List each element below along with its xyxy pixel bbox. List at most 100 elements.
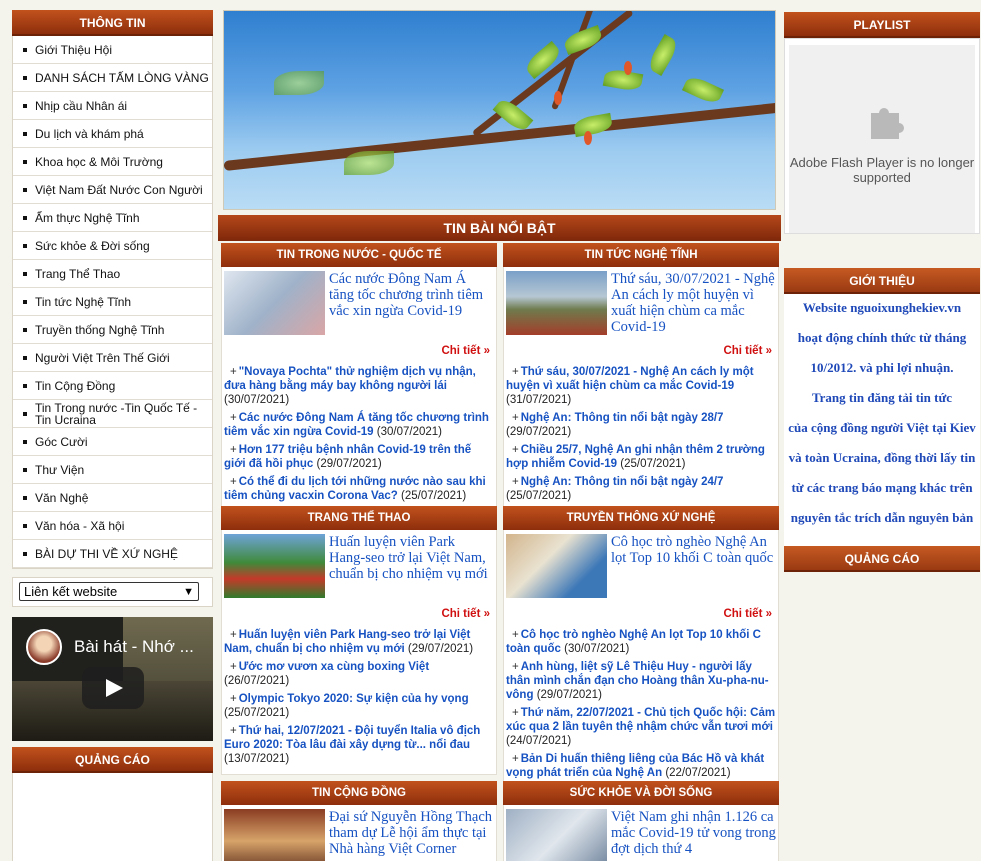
sidebar-item-label: Giới Thiệu Hội	[35, 42, 113, 57]
more-link[interactable]: Chi tiết »	[506, 608, 776, 622]
sidebar-item[interactable]: Nhịp cầu Nhân ái	[13, 92, 212, 120]
news-section: TRANG THỂ THAO Huấn luyện viên Park Hang-…	[221, 506, 497, 775]
feature-thumbnail[interactable]	[224, 809, 325, 861]
news-item: + Hơn 177 triệu bệnh nhân Covid-19 trên t…	[224, 443, 494, 471]
bullet-icon	[23, 411, 27, 416]
bullet-icon	[23, 75, 27, 80]
news-link[interactable]: Nghệ An: Thông tin nổi bật ngày 24/7	[521, 476, 724, 488]
section-title[interactable]: TIN TRONG NƯỚC - QUỐC TẾ	[221, 243, 497, 267]
feature-link[interactable]: Thứ sáu, 30/07/2021 - Nghệ An cách ly mộ…	[611, 271, 776, 337]
sidebar-item-label: Người Việt Trên Thế Giới	[35, 350, 170, 365]
news-link[interactable]: Olympic Tokyo 2020: Sự kiện của hy vọng	[239, 693, 469, 705]
sidebar-item[interactable]: Du lịch và khám phá	[13, 120, 212, 148]
feature-thumbnail[interactable]	[224, 534, 325, 598]
news-date: (25/07/2021)	[401, 490, 467, 502]
sidebar-item[interactable]: DANH SÁCH TẤM LÒNG VÀNG	[13, 64, 212, 92]
section-title[interactable]: TRUYỀN THÔNG XỨ NGHỆ	[503, 506, 779, 530]
sidebar-item[interactable]: Tin tức Nghệ Tĩnh	[13, 288, 212, 316]
sidebar-item[interactable]: Việt Nam Đất Nước Con Người	[13, 176, 212, 204]
sidebar-item-label: BÀI DỰ THI VỀ XỨ NGHỆ	[35, 546, 178, 561]
sidebar-item-label: Việt Nam Đất Nước Con Người	[35, 182, 203, 197]
news-link[interactable]: Thứ hai, 12/07/2021 - Đội tuyển Italia v…	[224, 725, 480, 751]
section-title[interactable]: SỨC KHỎE VÀ ĐỜI SỐNG	[503, 781, 779, 805]
news-item: + Thứ sáu, 30/07/2021 - Nghệ An cách ly m…	[506, 365, 776, 407]
section-title[interactable]: TRANG THỂ THAO	[221, 506, 497, 530]
sidebar-item-label: Văn Nghệ	[35, 490, 89, 505]
news-date: (24/07/2021)	[506, 735, 572, 747]
bullet-icon	[23, 215, 27, 220]
sidebar-item[interactable]: Văn Nghệ	[13, 484, 212, 512]
more-link[interactable]: Chi tiết »	[506, 345, 776, 359]
links-select[interactable]: Liên kết website ▼	[19, 582, 199, 601]
news-link[interactable]: Ước mơ vươn xa cùng boxing Việt	[239, 661, 429, 673]
more-link[interactable]: Chi tiết »	[224, 608, 494, 622]
plus-icon: +	[512, 366, 519, 378]
left-ads: QUẢNG CÁO	[12, 747, 213, 861]
section-title[interactable]: TIN TỨC NGHỆ TĨNH	[503, 243, 779, 267]
hot-news-title: TIN BÀI NỔI BẬT	[218, 215, 781, 241]
video-player[interactable]: Bài hát - Nhớ ...	[12, 617, 213, 741]
news-link[interactable]: "Novaya Pochta" thử nghiệm dịch vụ nhận,…	[224, 366, 476, 392]
sidebar-item-label: Tin Cộng Đồng	[35, 378, 116, 393]
feature-link[interactable]: Việt Nam ghi nhận 1.126 ca mắc Covid-19 …	[611, 809, 776, 861]
more-link[interactable]: Chi tiết »	[224, 345, 494, 359]
sidebar-item[interactable]: Giới Thiệu Hội	[13, 36, 212, 64]
links-select-wrap: Liên kết website ▼	[12, 577, 213, 607]
section-body: Việt Nam ghi nhận 1.126 ca mắc Covid-19 …	[503, 805, 779, 861]
feature-story: Đại sứ Nguyễn Hồng Thạch tham dự Lễ hội …	[224, 809, 494, 861]
news-date: (29/07/2021)	[316, 458, 382, 470]
sidebar-item[interactable]: Văn hóa - Xã hội	[13, 512, 212, 540]
news-date: (25/07/2021)	[224, 707, 290, 719]
sidebar-item[interactable]: Góc Cười	[13, 428, 212, 456]
intro-body: Website nguoixunghekiev.vn hoạt động chín…	[784, 294, 980, 546]
sidebar-item-label: Tin tức Nghệ Tĩnh	[35, 294, 132, 309]
sidebar-item[interactable]: Ẩm thực Nghệ Tĩnh	[13, 204, 212, 232]
flash-placeholder: Adobe Flash Player is no longer supporte…	[789, 45, 975, 233]
news-date: (22/07/2021)	[665, 767, 731, 779]
sidebar-item-label: Sức khỏe & Đời sống	[35, 238, 150, 253]
intro-title: GIỚI THIỆU	[784, 268, 980, 294]
feature-link[interactable]: Các nước Đông Nam Á tăng tốc chương trìn…	[329, 271, 494, 337]
banner-leaf	[274, 71, 324, 95]
sidebar-item[interactable]: Người Việt Trên Thế Giới	[13, 344, 212, 372]
sidebar-item[interactable]: Thư Viện	[13, 456, 212, 484]
news-link[interactable]: Nghệ An: Thông tin nổi bật ngày 28/7	[521, 412, 724, 424]
news-date: (26/07/2021)	[224, 675, 290, 687]
news-item: + Cô học trò nghèo Nghệ An lọt Top 10 khố…	[506, 628, 776, 656]
right-column: PLAYLIST Adobe Flash Player is no longer…	[784, 12, 980, 572]
plus-icon: +	[230, 366, 237, 378]
sidebar-item[interactable]: Trang Thể Thao	[13, 260, 212, 288]
sidebar-item[interactable]: Khoa học & Môi Trường	[13, 148, 212, 176]
sidebar-item-label: Thư Viện	[35, 462, 85, 477]
news-section: TIN TỨC NGHỆ TĨNH Thứ sáu, 30/07/2021 - N…	[503, 243, 779, 512]
sidebar-item-label: Ẩm thực Nghệ Tĩnh	[35, 210, 140, 225]
play-icon[interactable]	[82, 667, 144, 709]
intro-line: nguyên tắc trích dẫn nguyên bản	[790, 510, 974, 525]
sidebar-item[interactable]: Tin Cộng Đồng	[13, 372, 212, 400]
news-item: + Nghệ An: Thông tin nổi bật ngày 28/7 (2…	[506, 411, 776, 439]
feature-link[interactable]: Huấn luyện viên Park Hang-seo trở lại Vi…	[329, 534, 494, 600]
news-link[interactable]: Thứ năm, 22/07/2021 - Chủ tịch Quốc hội:…	[506, 707, 775, 733]
plus-icon: +	[512, 629, 519, 641]
feature-link[interactable]: Cô học trò nghèo Nghệ An lọt Top 10 khối…	[611, 534, 776, 600]
sidebar-menu: Giới Thiệu Hội DANH SÁCH TẤM LÒNG VÀNG Nhị…	[12, 36, 213, 569]
news-link[interactable]: Thứ sáu, 30/07/2021 - Nghệ An cách ly mộ…	[506, 366, 754, 392]
feature-thumbnail[interactable]	[506, 534, 607, 598]
feature-link[interactable]: Đại sứ Nguyễn Hồng Thạch tham dự Lễ hội …	[329, 809, 494, 861]
news-link[interactable]: Các nước Đông Nam Á tăng tốc chương trìn…	[224, 412, 489, 438]
feature-thumbnail[interactable]	[506, 809, 607, 861]
sidebar-item[interactable]: Sức khỏe & Đời sống	[13, 232, 212, 260]
plus-icon: +	[512, 753, 519, 765]
sidebar-item[interactable]: Truyền thống Nghệ Tĩnh	[13, 316, 212, 344]
news-link[interactable]: Cô học trò nghèo Nghệ An lọt Top 10 khối…	[506, 629, 761, 655]
feature-thumbnail[interactable]	[224, 271, 325, 335]
plus-icon: +	[512, 661, 519, 673]
sidebar-item[interactable]: Tin Trong nước -Tin Quốc Tế - Tin Ucrain…	[13, 400, 212, 428]
sidebar-item[interactable]: BÀI DỰ THI VỀ XỨ NGHỆ	[13, 540, 212, 568]
news-section: SỨC KHỎE VÀ ĐỜI SỐNG Việt Nam ghi nhận 1.…	[503, 781, 779, 861]
section-title[interactable]: TIN CỘNG ĐỒNG	[221, 781, 497, 805]
plus-icon: +	[230, 693, 237, 705]
news-item: + Thứ năm, 22/07/2021 - Chủ tịch Quốc hội…	[506, 706, 776, 748]
plus-icon: +	[512, 707, 519, 719]
feature-thumbnail[interactable]	[506, 271, 607, 335]
